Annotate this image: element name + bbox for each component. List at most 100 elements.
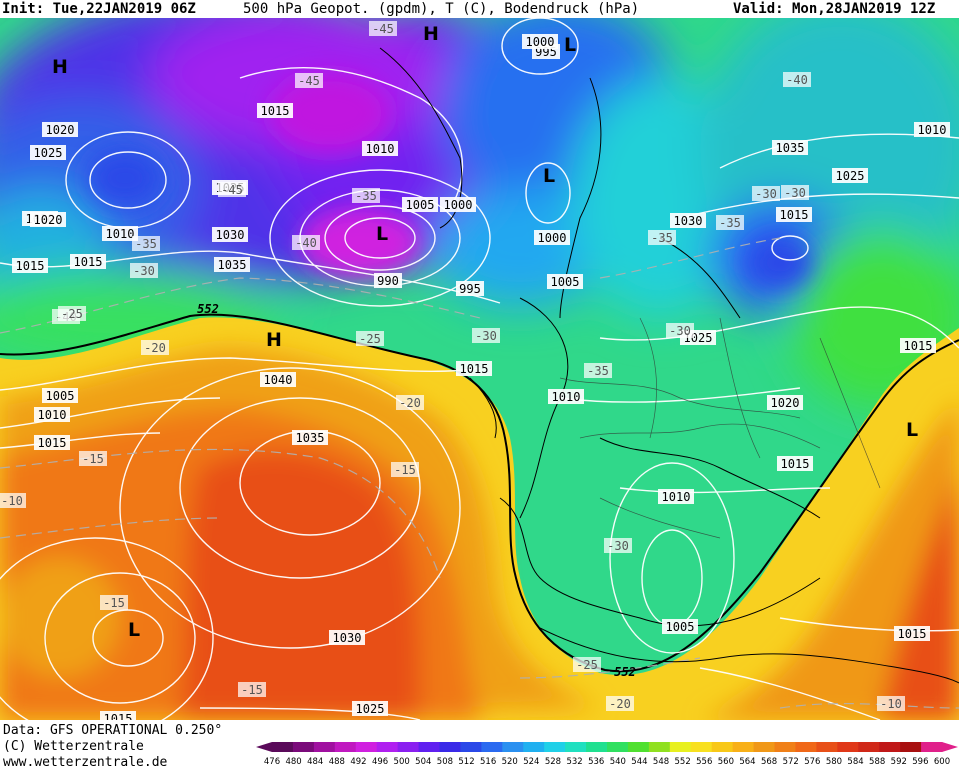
svg-text:-20: -20 <box>609 697 631 711</box>
pressure-label: 1035 <box>772 140 808 155</box>
pressure-label: 1025 <box>30 145 66 160</box>
temperature-label: -25 <box>356 331 384 346</box>
temperature-label: -40 <box>783 72 811 87</box>
colorbar-tick-label: 532 <box>566 757 582 766</box>
pressure-label: 1000 <box>534 230 570 245</box>
temperature-label: -25 <box>58 306 86 321</box>
svg-text:-45: -45 <box>221 183 243 197</box>
colorbar-tick-label: 488 <box>329 757 345 766</box>
low-pressure-marker: L <box>376 223 388 245</box>
svg-text:1010: 1010 <box>918 123 947 137</box>
svg-text:-20: -20 <box>144 341 166 355</box>
colorbar-tick-label: 480 <box>285 757 301 766</box>
svg-text:-15: -15 <box>394 463 416 477</box>
pressure-label: 1015 <box>34 435 70 450</box>
pressure-label: 1020 <box>30 212 66 227</box>
pressure-label: 1015 <box>70 254 106 269</box>
pressure-label: 1000 <box>440 197 476 212</box>
svg-text:1015: 1015 <box>16 259 45 273</box>
pressure-label: 1020 <box>42 122 78 137</box>
svg-text:1005: 1005 <box>666 620 695 634</box>
colorbar-segment <box>376 742 399 752</box>
colorbar-tick-label: 592 <box>891 757 907 766</box>
pressure-label: 1015 <box>894 626 930 641</box>
colorbar-tick-label: 556 <box>696 757 712 766</box>
colorbar-tick-label: 596 <box>912 757 928 766</box>
svg-text:1025: 1025 <box>356 702 385 716</box>
pressure-label: 1010 <box>362 141 398 156</box>
colorbar-tick-label: 576 <box>804 757 820 766</box>
colorbar-segment <box>774 742 796 752</box>
temperature-label: -35 <box>132 236 160 251</box>
colorbar-tick-label: 524 <box>523 757 539 766</box>
svg-text:1000: 1000 <box>444 198 473 212</box>
pressure-label: 1005 <box>42 388 78 403</box>
svg-text:-20: -20 <box>399 396 421 410</box>
colorbar-segment <box>439 742 461 752</box>
temperature-label: -15 <box>79 451 107 466</box>
temperature-label: -30 <box>781 185 809 200</box>
colorbar-segment <box>586 742 608 752</box>
colorbar-tick-label: 504 <box>415 757 431 766</box>
temperature-label: -45 <box>218 182 246 197</box>
low-pressure-marker: L <box>543 165 555 187</box>
colorbar-segment <box>690 742 713 752</box>
colorbar-tick-label: 484 <box>307 757 323 766</box>
svg-text:1015: 1015 <box>74 255 103 269</box>
temperature-label: -30 <box>472 328 500 343</box>
svg-text:-35: -35 <box>651 231 673 245</box>
pressure-label: 1025 <box>352 701 388 716</box>
colorbar-segment <box>272 742 294 752</box>
temperature-label: -35 <box>584 363 612 378</box>
pressure-label: 1015 <box>257 103 293 118</box>
pressure-label: 1015 <box>776 207 812 222</box>
svg-text:1010: 1010 <box>38 408 67 422</box>
low-pressure-marker: L <box>564 34 576 56</box>
geopotential-552-label: 552 <box>197 302 219 316</box>
high-pressure-marker: H <box>52 56 68 78</box>
pressure-label: 1025 <box>832 168 868 183</box>
colorbar-segment <box>292 742 315 752</box>
svg-text:-45: -45 <box>298 74 320 88</box>
svg-text:-40: -40 <box>295 236 317 250</box>
pressure-label: 1020 <box>767 395 803 410</box>
svg-text:-10: -10 <box>880 697 902 711</box>
geopotential-552-label: 552 <box>614 665 636 679</box>
chart-header: Init: Tue,22JAN2019 06Z 500 hPa Geopot. … <box>0 0 959 18</box>
svg-text:1030: 1030 <box>674 214 703 228</box>
pressure-label: 1010 <box>548 389 584 404</box>
svg-text:-30: -30 <box>607 539 629 553</box>
temperature-label: -30 <box>130 263 158 278</box>
pressure-label: 1010 <box>658 489 694 504</box>
colorbar-right-arrow <box>942 742 958 752</box>
svg-text:-30: -30 <box>475 329 497 343</box>
svg-text:1015: 1015 <box>38 436 67 450</box>
svg-text:1020: 1020 <box>771 396 800 410</box>
pressure-label: 1030 <box>212 227 248 242</box>
svg-text:1010: 1010 <box>552 390 581 404</box>
weather-map: 1015 1020 1025 1010 1020 1010 1015 1030 1035 1025… <box>0 18 959 720</box>
colorbar-tick-label: 508 <box>437 757 453 766</box>
temperature-label: -20 <box>141 340 169 355</box>
svg-text:-35: -35 <box>719 216 741 230</box>
colorbar-segment <box>313 742 336 752</box>
colorbar-segment <box>858 742 880 752</box>
high-pressure-marker: H <box>266 329 282 351</box>
svg-text:1025: 1025 <box>34 146 63 160</box>
svg-text:-15: -15 <box>82 452 104 466</box>
pressure-label: 1035 <box>214 257 250 272</box>
temperature-label: -45 <box>295 73 323 88</box>
svg-text:-10: -10 <box>1 494 23 508</box>
colorbar-tick-label: 536 <box>588 757 604 766</box>
svg-text:-25: -25 <box>359 332 381 346</box>
colorbar-tick-label: 584 <box>847 757 863 766</box>
valid-time: Valid: Mon,28JAN2019 12Z <box>733 1 936 17</box>
low-pressure-marker: L <box>128 619 140 641</box>
colorbar-tick-label: 564 <box>739 757 755 766</box>
website-url: www.wetterzentrale.de <box>3 755 168 770</box>
pressure-label: 1005 <box>662 619 698 634</box>
colorbar-tick-label: 600 <box>934 757 950 766</box>
temperature-label: -15 <box>238 682 266 697</box>
svg-text:-25: -25 <box>576 658 598 672</box>
colorbar-segment <box>669 742 692 752</box>
